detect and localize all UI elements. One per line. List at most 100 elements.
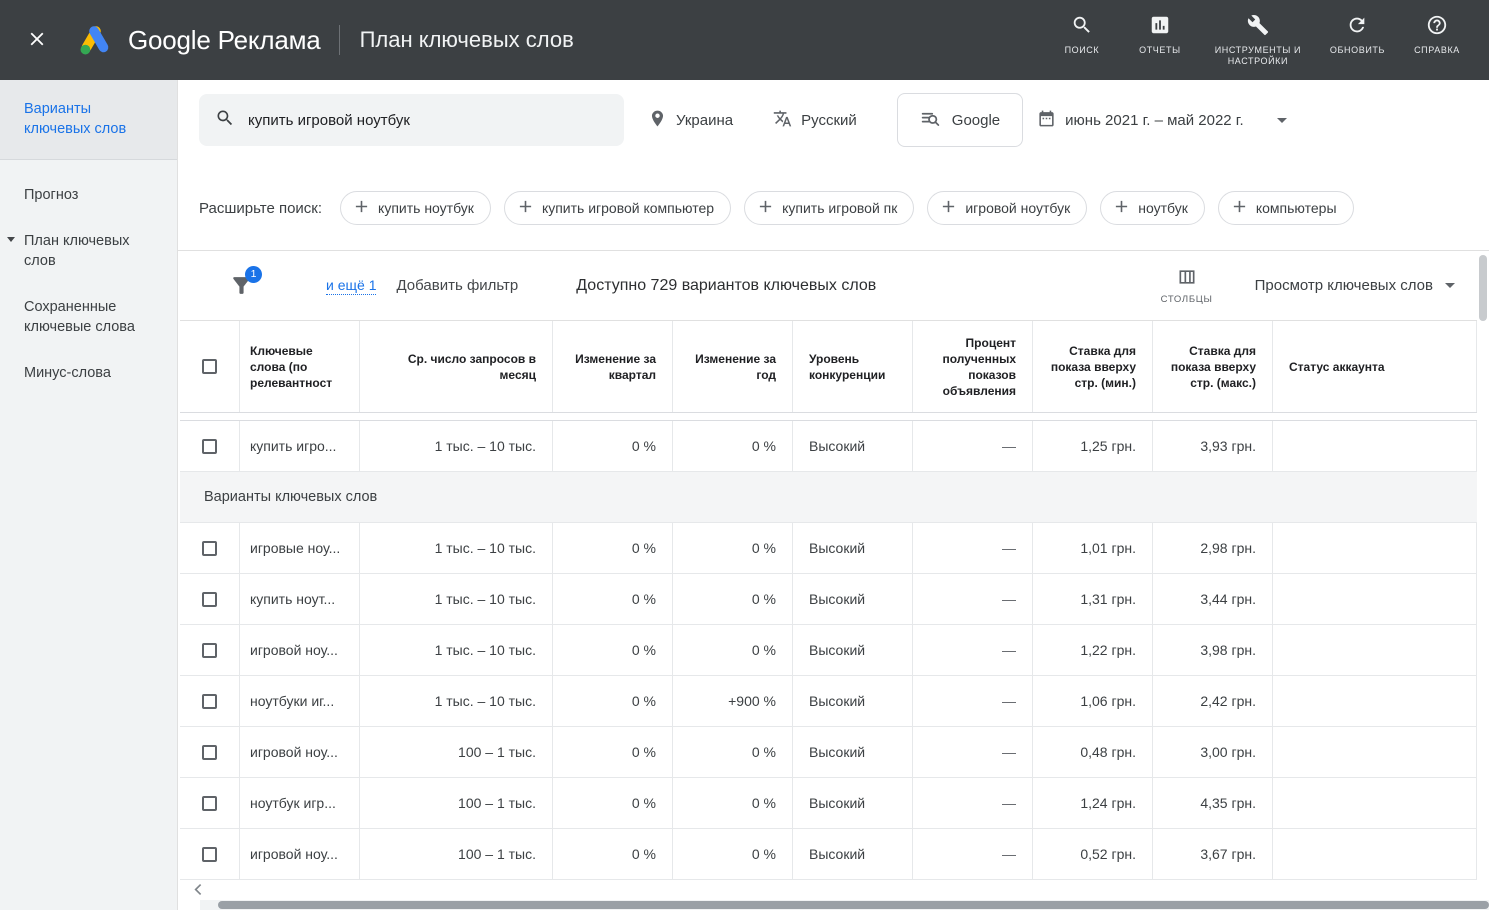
vertical-scrollbar-thumb[interactable]	[1479, 255, 1487, 321]
topbar-search-button[interactable]: ПОИСК	[1056, 14, 1108, 56]
table-row[interactable]: купить игро... 1 тыс. – 10 тыс. 0 % 0 % …	[180, 421, 1477, 472]
topbar-reports-button[interactable]: ОТЧЕТЫ	[1134, 14, 1186, 56]
keyword-ideas-table: Ключевые слова (по релевантност Ср. числ…	[180, 320, 1477, 880]
row-checkbox[interactable]	[202, 745, 217, 760]
bid-min-cell: 0,48 грн.	[1033, 727, 1153, 777]
keyword-cell[interactable]: игровой ноу...	[240, 829, 360, 879]
table-row[interactable]: ноутбуки иг... 1 тыс. – 10 тыс. 0 % +900…	[180, 676, 1477, 727]
table-row[interactable]: купить ноут... 1 тыс. – 10 тыс. 0 % 0 % …	[180, 574, 1477, 625]
keyword-cell[interactable]: ноутбук игр...	[240, 778, 360, 828]
column-header-bid-high[interactable]: Ставка для показа вверху стр. (макс.)	[1153, 321, 1273, 412]
add-filter-button[interactable]: Добавить фильтр	[396, 277, 518, 294]
topbar-help-button[interactable]: СПРАВКА	[1411, 14, 1463, 56]
location-selector[interactable]: Украина	[648, 109, 733, 132]
filter-button[interactable]: 1	[228, 273, 254, 299]
volume-cell: 1 тыс. – 10 тыс.	[360, 523, 553, 573]
sidebar-item-forecast[interactable]: Прогноз	[0, 172, 177, 218]
keyword-cell[interactable]: игровой ноу...	[240, 625, 360, 675]
year-change-cell: 0 %	[673, 523, 793, 573]
location-value: Украина	[676, 112, 733, 129]
table-row[interactable]: игровой ноу... 1 тыс. – 10 тыс. 0 % 0 % …	[180, 625, 1477, 676]
plus-icon	[354, 199, 369, 217]
sidebar-item-keyword-ideas[interactable]: Варианты ключевых слов	[0, 80, 177, 160]
table-row[interactable]: игровой ноу... 100 – 1 тыс. 0 % 0 % Высо…	[180, 829, 1477, 880]
keyword-search-box[interactable]	[199, 94, 624, 146]
filter-count-badge: 1	[245, 266, 262, 283]
keyword-cell[interactable]: купить ноут...	[240, 574, 360, 624]
network-selector[interactable]: Google	[897, 93, 1023, 147]
column-header-impression-share[interactable]: Процент полученных показов объявления	[913, 321, 1033, 412]
table-row[interactable]: игровые ноу... 1 тыс. – 10 тыс. 0 % 0 % …	[180, 523, 1477, 574]
select-all-checkbox[interactable]	[202, 359, 217, 374]
row-checkbox[interactable]	[202, 592, 217, 607]
column-header-year-change[interactable]: Изменение за год	[673, 321, 793, 412]
row-checkbox[interactable]	[202, 847, 217, 862]
row-checkbox[interactable]	[202, 643, 217, 658]
table-row[interactable]: игровой ноу... 100 – 1 тыс. 0 % 0 % Высо…	[180, 727, 1477, 778]
topbar-tools-button[interactable]: ИНСТРУМЕНТЫ И НАСТРОЙКИ	[1212, 14, 1304, 67]
account-status-cell	[1273, 676, 1477, 726]
more-filters-link[interactable]: и ещё 1	[326, 277, 376, 295]
topbar: Google Реклама План ключевых слов ПОИСК …	[0, 0, 1489, 80]
column-header-bid-low[interactable]: Ставка для показа вверху стр. (мин.)	[1033, 321, 1153, 412]
close-button[interactable]	[26, 28, 48, 53]
topbar-refresh-button[interactable]: ОБНОВИТЬ	[1330, 14, 1385, 56]
account-status-cell	[1273, 625, 1477, 675]
keyword-search-input[interactable]	[248, 112, 608, 129]
keyword-chip[interactable]: компьютеры	[1218, 191, 1354, 225]
bid-max-cell: 2,98 грн.	[1153, 523, 1273, 573]
volume-cell: 100 – 1 тыс.	[360, 829, 553, 879]
date-range-selector[interactable]: июнь 2021 г. – май 2022 г.	[1037, 109, 1286, 132]
row-checkbox[interactable]	[202, 439, 217, 454]
table-row[interactable]: ноутбук игр... 100 – 1 тыс. 0 % 0 % Высо…	[180, 778, 1477, 829]
chevron-down-icon	[1445, 283, 1455, 288]
keyword-cell[interactable]: ноутбуки иг...	[240, 676, 360, 726]
sidebar-item-keyword-plan[interactable]: План ключевых слов	[0, 218, 177, 284]
keyword-chip[interactable]: купить игровой пк	[744, 191, 914, 225]
language-selector[interactable]: Русский	[773, 109, 857, 132]
keyword-cell[interactable]: купить игро...	[240, 421, 360, 471]
year-change-cell: 0 %	[673, 778, 793, 828]
account-status-cell	[1273, 574, 1477, 624]
year-change-cell: 0 %	[673, 829, 793, 879]
view-dropdown[interactable]: Просмотр ключевых слов	[1255, 277, 1455, 294]
column-header-competition[interactable]: Уровень конкуренции	[793, 321, 913, 412]
impression-share-cell: —	[913, 778, 1033, 828]
row-checkbox-cell	[180, 727, 240, 777]
keyword-chip[interactable]: ноутбук	[1100, 191, 1205, 225]
keyword-chip[interactable]: купить игровой компьютер	[504, 191, 731, 225]
close-icon	[26, 28, 48, 53]
sidebar-item-saved-keywords[interactable]: Сохраненные ключевые слова	[0, 284, 177, 350]
row-checkbox[interactable]	[202, 541, 217, 556]
plus-icon	[1232, 199, 1247, 217]
column-header-account-status[interactable]: Статус аккаунта	[1273, 321, 1477, 412]
columns-button[interactable]: СТОЛБЦЫ	[1161, 267, 1213, 305]
sidebar-item-negative-keywords[interactable]: Минус-слова	[0, 350, 177, 396]
horizontal-scrollbar[interactable]	[200, 900, 1489, 910]
tools-icon	[1247, 14, 1269, 39]
keyword-chip[interactable]: игровой ноутбук	[927, 191, 1087, 225]
google-ads-logo-icon[interactable]	[76, 22, 114, 58]
date-range-value: июнь 2021 г. – май 2022 г.	[1065, 112, 1243, 129]
keyword-cell[interactable]: игровой ноу...	[240, 727, 360, 777]
header-gap	[180, 413, 1477, 420]
quarter-change-cell: 0 %	[553, 829, 673, 879]
horizontal-scrollbar-thumb[interactable]	[218, 901, 1489, 909]
keyword-chip[interactable]: купить ноутбук	[340, 191, 491, 225]
scroll-left-button[interactable]	[190, 881, 207, 901]
row-checkbox[interactable]	[202, 796, 217, 811]
bid-min-cell: 1,25 грн.	[1033, 421, 1153, 471]
column-header-quarter-change[interactable]: Изменение за квартал	[553, 321, 673, 412]
chevron-down-icon	[7, 237, 15, 242]
expand-search-row: Расширьте поиск: купить ноутбук купить и…	[199, 190, 1489, 226]
quarter-change-cell: 0 %	[553, 421, 673, 471]
year-change-cell: +900 %	[673, 676, 793, 726]
column-header-volume[interactable]: Ср. число запросов в месяц	[360, 321, 553, 412]
column-header-keyword[interactable]: Ключевые слова (по релевантност	[240, 321, 360, 412]
account-status-cell	[1273, 421, 1477, 471]
plus-icon	[758, 199, 773, 217]
topbar-refresh-label: ОБНОВИТЬ	[1330, 45, 1385, 56]
row-checkbox[interactable]	[202, 694, 217, 709]
keyword-cell[interactable]: игровые ноу...	[240, 523, 360, 573]
quarter-change-cell: 0 %	[553, 778, 673, 828]
